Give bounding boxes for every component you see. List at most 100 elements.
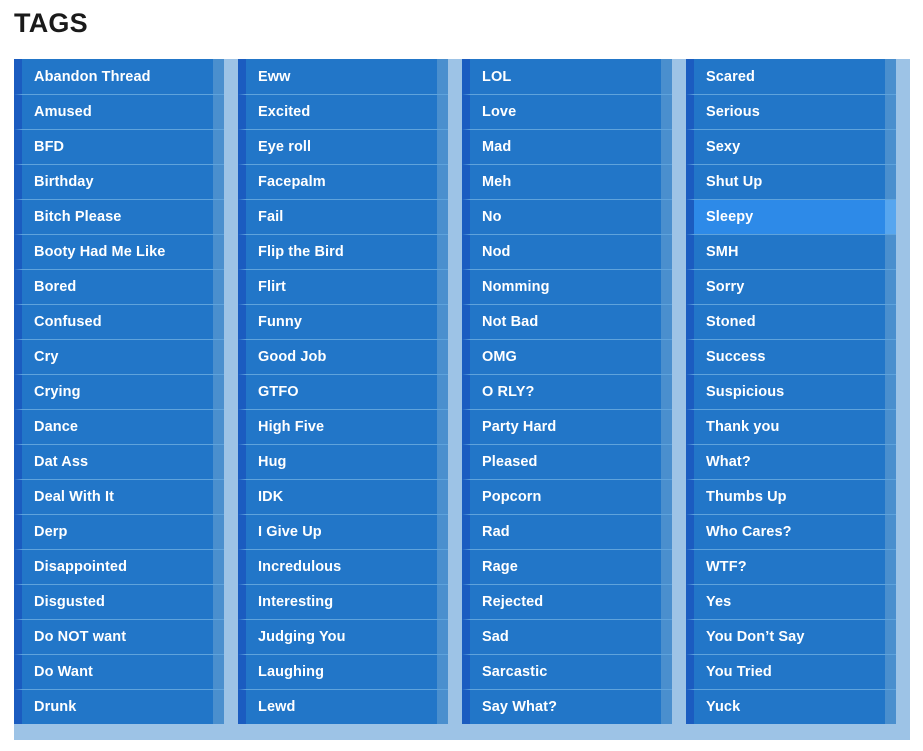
tag-item[interactable]: Success (686, 339, 896, 374)
tag-item[interactable]: High Five (238, 409, 448, 444)
tag-item[interactable]: Rad (462, 514, 672, 549)
tag-item[interactable]: Drunk (14, 689, 224, 724)
tag-item[interactable]: Flirt (238, 269, 448, 304)
tag-item[interactable]: Meh (462, 164, 672, 199)
tag-item[interactable]: Booty Had Me Like (14, 234, 224, 269)
tag-item-label: Excited (258, 104, 311, 120)
tag-item[interactable]: Sexy (686, 129, 896, 164)
tag-item[interactable]: Serious (686, 94, 896, 129)
tag-item[interactable]: Shut Up (686, 164, 896, 199)
tag-item-label: Stoned (706, 314, 756, 330)
tag-item[interactable]: Fail (238, 199, 448, 234)
tag-item[interactable]: Who Cares? (686, 514, 896, 549)
tag-item-label: Drunk (34, 699, 77, 715)
tag-item[interactable]: Thank you (686, 409, 896, 444)
tag-item[interactable]: Funny (238, 304, 448, 339)
tag-item[interactable]: Yuck (686, 689, 896, 724)
tag-item[interactable]: Eww (238, 59, 448, 94)
tag-item-label: High Five (258, 419, 325, 435)
tag-item[interactable]: Pleased (462, 444, 672, 479)
tag-item[interactable]: Not Bad (462, 304, 672, 339)
tag-item-label: Eww (258, 68, 291, 85)
tag-item[interactable]: Do NOT want (14, 619, 224, 654)
tag-item-label: Dat Ass (34, 454, 89, 470)
tag-item-label: Laughing (258, 664, 325, 680)
tag-item[interactable]: OMG (462, 339, 672, 374)
tag-item[interactable]: You Don’t Say (686, 619, 896, 654)
tag-item[interactable]: Crying (14, 374, 224, 409)
tag-item[interactable]: LOL (462, 59, 672, 94)
tag-item-label: Popcorn (482, 489, 542, 505)
tag-item[interactable]: Say What? (462, 689, 672, 724)
tag-item-label: Do Want (34, 664, 93, 680)
tag-item-label: Sleepy (706, 209, 754, 225)
tag-item-label: Eye roll (258, 139, 312, 155)
tag-item[interactable]: Disgusted (14, 584, 224, 619)
tag-item[interactable]: Incredulous (238, 549, 448, 584)
tag-item[interactable]: Judging You (238, 619, 448, 654)
tag-item[interactable]: Birthday (14, 164, 224, 199)
tag-item[interactable]: Party Hard (462, 409, 672, 444)
tag-item[interactable]: Facepalm (238, 164, 448, 199)
tag-item[interactable]: BFD (14, 129, 224, 164)
tag-item[interactable]: Disappointed (14, 549, 224, 584)
tag-item[interactable]: Popcorn (462, 479, 672, 514)
tag-item[interactable]: Sorry (686, 269, 896, 304)
tag-item-label: Dance (34, 419, 79, 435)
tag-item[interactable]: SMH (686, 234, 896, 269)
tag-item-label: Incredulous (258, 559, 342, 575)
tags-container: Abandon Thread Amused BFD Birthday Bitch Ple… (14, 59, 910, 740)
tag-item[interactable]: Flip the Bird (238, 234, 448, 269)
tag-item-label: Disappointed (34, 559, 128, 575)
tag-item[interactable]: Interesting (238, 584, 448, 619)
tag-item[interactable]: Yes (686, 584, 896, 619)
tag-item[interactable]: What? (686, 444, 896, 479)
tag-item-label: Rejected (482, 594, 544, 610)
tag-item[interactable]: Suspicious (686, 374, 896, 409)
tag-item[interactable]: Scared (686, 59, 896, 94)
tag-item[interactable]: Derp (14, 514, 224, 549)
tag-item[interactable]: Dat Ass (14, 444, 224, 479)
tag-item[interactable]: Hug (238, 444, 448, 479)
tag-item-label: Flirt (258, 279, 286, 295)
tag-item-label: Booty Had Me Like (34, 244, 166, 260)
tag-item[interactable]: Nod (462, 234, 672, 269)
tag-item-label: Serious (706, 104, 760, 120)
tag-item[interactable]: Nomming (462, 269, 672, 304)
tag-item[interactable]: Eye roll (238, 129, 448, 164)
tag-item[interactable]: No (462, 199, 672, 234)
tag-item[interactable]: Sleepy (686, 199, 896, 234)
tag-item[interactable]: Sad (462, 619, 672, 654)
tag-item-label: Meh (482, 174, 512, 190)
tag-item[interactable]: Deal With It (14, 479, 224, 514)
tag-item[interactable]: Lewd (238, 689, 448, 724)
tag-item[interactable]: GTFO (238, 374, 448, 409)
tag-item[interactable]: Amused (14, 94, 224, 129)
tag-column: Eww Excited Eye roll Facepalm Fail Flip the B… (238, 59, 462, 724)
tag-item[interactable]: IDK (238, 479, 448, 514)
tag-item-label: SMH (706, 244, 739, 260)
tag-item[interactable]: Excited (238, 94, 448, 129)
tag-item-label: IDK (258, 489, 284, 505)
tag-item[interactable]: Abandon Thread (14, 59, 224, 94)
tag-item[interactable]: Laughing (238, 654, 448, 689)
tag-item[interactable]: Mad (462, 129, 672, 164)
tag-item[interactable]: WTF? (686, 549, 896, 584)
tag-item[interactable]: I Give Up (238, 514, 448, 549)
tag-item[interactable]: You Tried (686, 654, 896, 689)
tag-item[interactable]: Confused (14, 304, 224, 339)
tag-item[interactable]: Thumbs Up (686, 479, 896, 514)
tag-item[interactable]: Dance (14, 409, 224, 444)
tag-item[interactable]: Bored (14, 269, 224, 304)
tag-item[interactable]: O RLY? (462, 374, 672, 409)
tag-item[interactable]: Do Want (14, 654, 224, 689)
tag-item[interactable]: Rejected (462, 584, 672, 619)
tag-item[interactable]: Cry (14, 339, 224, 374)
tag-item[interactable]: Love (462, 94, 672, 129)
tag-item[interactable]: Good Job (238, 339, 448, 374)
page-title: TAGS (14, 8, 88, 38)
tag-item[interactable]: Rage (462, 549, 672, 584)
tag-item[interactable]: Sarcastic (462, 654, 672, 689)
tag-item[interactable]: Stoned (686, 304, 896, 339)
tag-item[interactable]: Bitch Please (14, 199, 224, 234)
